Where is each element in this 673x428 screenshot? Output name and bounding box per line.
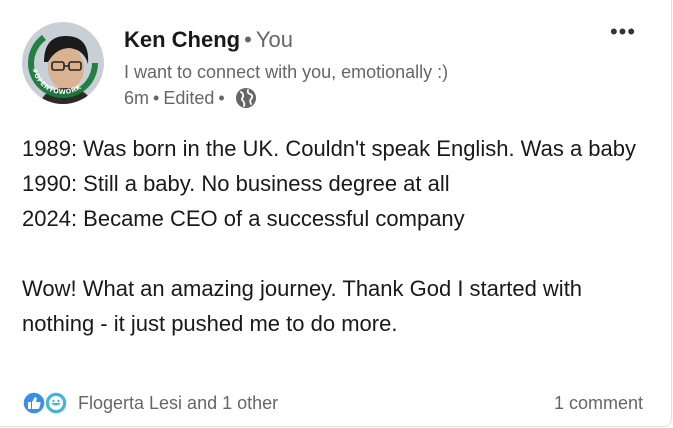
funny-icon — [44, 391, 68, 415]
post-blank-line — [22, 236, 642, 271]
globe-icon — [235, 87, 257, 109]
separator-dot: • — [244, 27, 252, 52]
avatar-image: #OPENTOWORK — [22, 22, 104, 104]
post-meta: 6m • Edited • — [124, 86, 257, 110]
more-options-button[interactable]: ••• — [606, 18, 640, 46]
post-card: #OPENTOWORK Ken Cheng • You I want to conn… — [0, 0, 672, 427]
edited-label: Edited — [163, 88, 215, 108]
separator-dot: • — [218, 88, 225, 108]
reactions-summary[interactable]: Flogerta Lesi and 1 other — [22, 391, 278, 415]
author-headline: I want to connect with you, emotionally … — [124, 62, 449, 82]
post-line: 2024: Became CEO of a successful company — [22, 206, 465, 231]
author-name[interactable]: Ken Cheng — [124, 27, 240, 52]
post-line: Wow! What an amazing journey. Thank God … — [22, 276, 583, 336]
post-line: 1990: Still a baby. No business degree a… — [22, 171, 450, 196]
reactions-text: Flogerta Lesi and 1 other — [78, 392, 279, 413]
reaction-icons — [22, 391, 70, 415]
comments-count-link[interactable]: 1 comment — [554, 393, 643, 414]
avatar[interactable]: #OPENTOWORK — [22, 22, 104, 104]
post-body: 1989: Was born in the UK. Couldn't speak… — [22, 131, 642, 341]
separator-dot: • — [153, 88, 160, 108]
post-line: 1989: Was born in the UK. Couldn't speak… — [22, 136, 637, 161]
author-row: Ken Cheng • You — [124, 26, 293, 54]
connection-degree: You — [255, 27, 293, 52]
social-counts: Flogerta Lesi and 1 other 1 comment — [22, 388, 643, 418]
like-icon — [22, 391, 46, 415]
post-time: 6m — [124, 88, 150, 108]
